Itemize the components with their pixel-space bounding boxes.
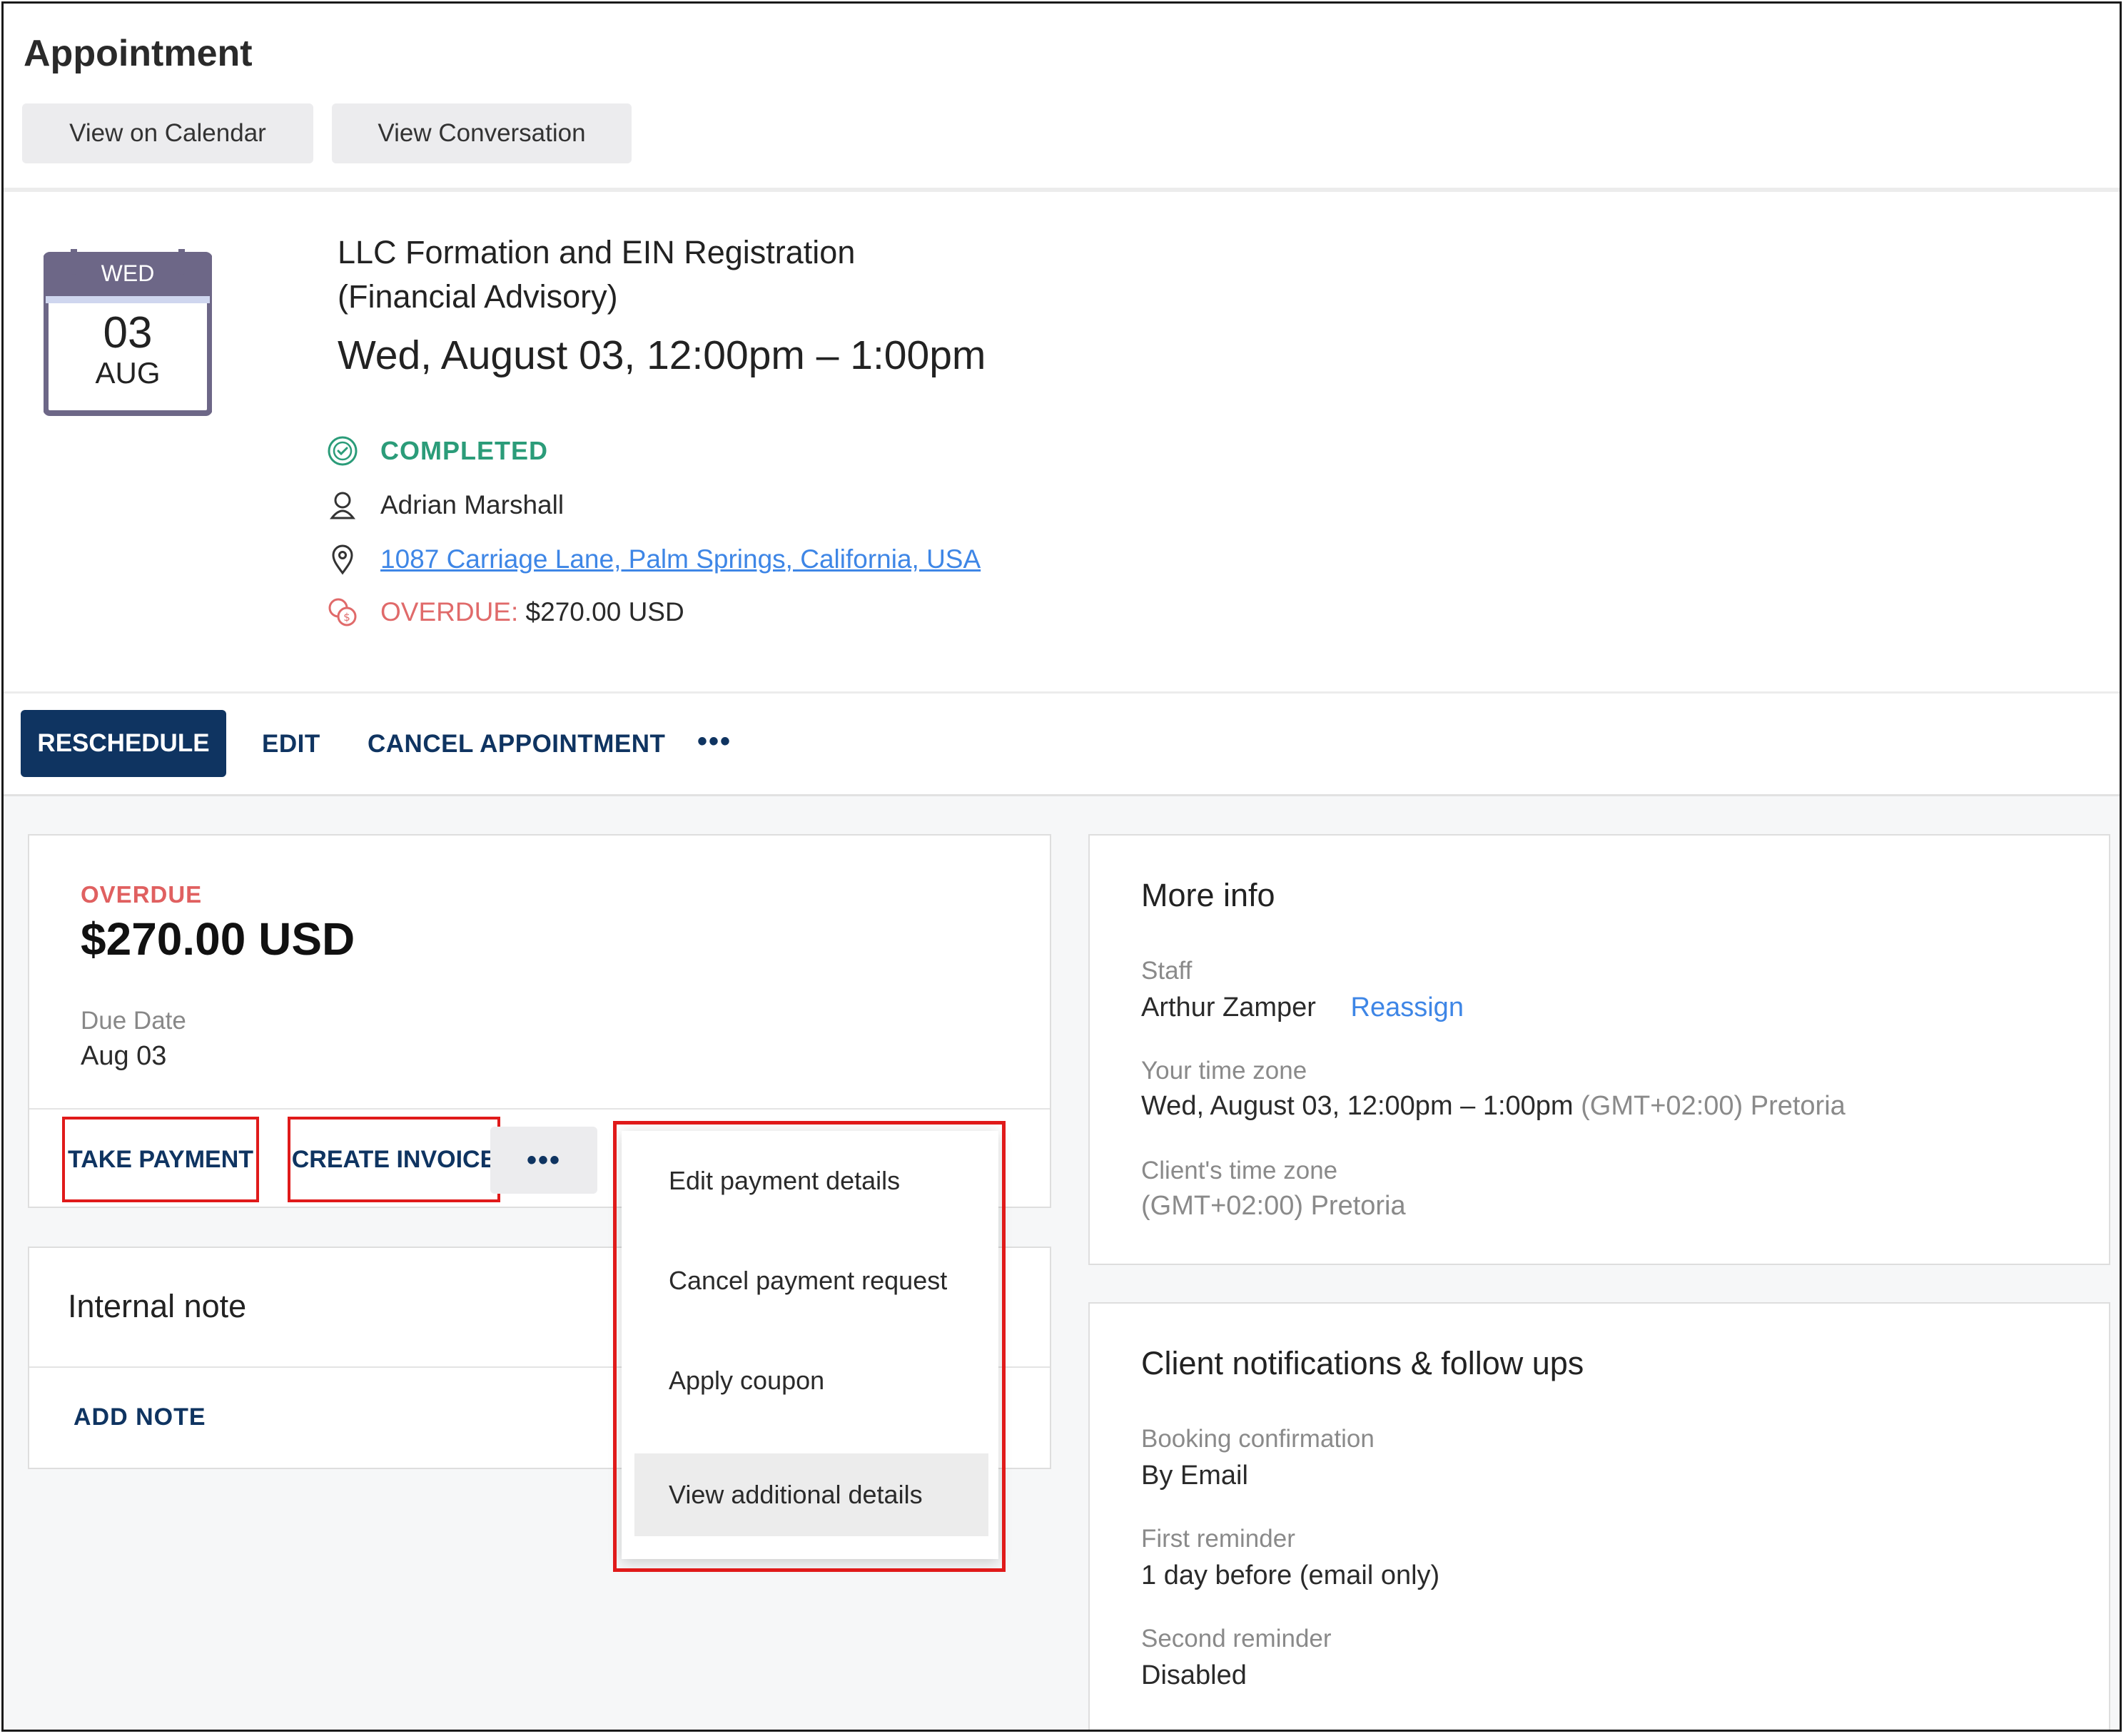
view-on-calendar-button[interactable]: View on Calendar xyxy=(22,103,313,163)
view-conversation-button[interactable]: View Conversation xyxy=(332,103,632,163)
calendar-month: AUG xyxy=(95,356,161,390)
time-zone-value: Wed, August 03, 12:00pm – 1:00pm xyxy=(1141,1091,1574,1121)
staff-row: Arthur Zamper Reassign xyxy=(1141,993,1464,1023)
more-info-card: More info Staff Arthur Zamper Reassign Y… xyxy=(1088,834,2110,1265)
address-row: 1087 Carriage Lane, Palm Springs, Califo… xyxy=(326,543,981,576)
address-link[interactable]: 1087 Carriage Lane, Palm Springs, Califo… xyxy=(380,544,981,574)
location-pin-icon xyxy=(326,543,359,576)
appointment-title-line1: LLC Formation and EIN Registration xyxy=(338,234,856,270)
add-note-button[interactable]: ADD NOTE xyxy=(74,1403,206,1431)
svg-text:$: $ xyxy=(343,611,350,624)
appointment-title: LLC Formation and EIN Registration (Fina… xyxy=(338,230,1194,319)
take-payment-button[interactable]: TAKE PAYMENT xyxy=(62,1117,259,1202)
due-date-label: Due Date xyxy=(81,1007,186,1035)
menu-highlight-outline xyxy=(613,1121,1006,1572)
second-reminder-label: Second reminder xyxy=(1141,1625,1332,1653)
staff-name: Arthur Zamper xyxy=(1141,993,1316,1022)
cancel-appointment-button[interactable]: CANCEL APPOINTMENT xyxy=(368,730,665,758)
page-title: Appointment xyxy=(24,33,253,74)
first-reminder-label: First reminder xyxy=(1141,1525,1295,1553)
appointment-panel: Appointment View on Calendar View Conver… xyxy=(1,1,2122,1732)
calendar-weekday: WED xyxy=(101,260,155,286)
overdue-row: $ OVERDUE: $270.00 USD xyxy=(326,596,684,629)
time-zone-row: Wed, August 03, 12:00pm – 1:00pm (GMT+02… xyxy=(1141,1091,1846,1122)
client-name[interactable]: Adrian Marshall xyxy=(380,490,564,520)
payment-status: OVERDUE xyxy=(81,881,203,908)
overdue-amount: $270.00 USD xyxy=(525,597,684,626)
status-row: COMPLETED xyxy=(326,435,548,467)
reschedule-button[interactable]: RESCHEDULE xyxy=(21,710,226,777)
more-dots-icon: ••• xyxy=(526,1144,561,1176)
appointment-time: Wed, August 03, 12:00pm – 1:00pm xyxy=(338,333,986,378)
payment-amount: $270.00 USD xyxy=(81,913,355,965)
user-icon xyxy=(326,489,359,522)
client-notifications-card: Client notifications & follow ups Bookin… xyxy=(1088,1302,2110,1730)
more-info-title: More info xyxy=(1141,877,1275,913)
status-badge: COMPLETED xyxy=(380,436,549,465)
client-row: Adrian Marshall xyxy=(326,489,564,522)
notifications-title: Client notifications & follow ups xyxy=(1141,1345,1584,1381)
calendar-date-icon: WED 03 AUG xyxy=(43,246,213,416)
coins-icon: $ xyxy=(326,596,359,629)
second-reminder-value: Disabled xyxy=(1141,1660,1247,1690)
booking-confirmation-value: By Email xyxy=(1141,1461,1248,1491)
due-date-value: Aug 03 xyxy=(81,1041,167,1071)
reassign-link[interactable]: Reassign xyxy=(1351,993,1464,1022)
internal-note-title: Internal note xyxy=(68,1288,247,1324)
check-circle-icon xyxy=(326,435,359,467)
first-reminder-value: 1 day before (email only) xyxy=(1141,1560,1440,1590)
payment-more-button[interactable]: ••• xyxy=(490,1127,597,1194)
booking-confirmation-label: Booking confirmation xyxy=(1141,1425,1375,1453)
client-time-zone-label: Client's time zone xyxy=(1141,1157,1338,1184)
more-actions-button[interactable]: ••• xyxy=(697,726,732,758)
appointment-title-line2: (Financial Advisory) xyxy=(338,278,618,315)
header-divider xyxy=(4,188,2120,192)
payment-divider xyxy=(29,1108,1050,1110)
time-zone-label: Your time zone xyxy=(1141,1057,1307,1085)
edit-button[interactable]: EDIT xyxy=(262,730,320,758)
client-time-zone-value: (GMT+02:00) Pretoria xyxy=(1141,1191,1406,1221)
calendar-day: 03 xyxy=(103,308,153,357)
actions-divider xyxy=(4,691,2120,694)
time-zone-suffix: (GMT+02:00) Pretoria xyxy=(1581,1091,1846,1121)
overdue-label: OVERDUE: xyxy=(380,597,519,626)
create-invoice-button[interactable]: CREATE INVOICE xyxy=(288,1117,500,1202)
staff-label: Staff xyxy=(1141,957,1193,985)
